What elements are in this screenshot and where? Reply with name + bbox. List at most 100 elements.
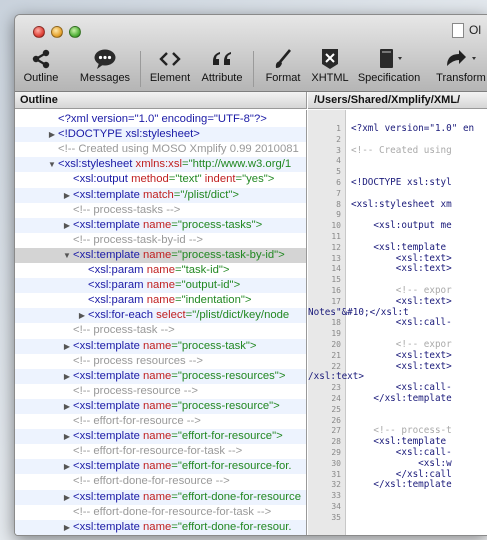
outline-row[interactable]: ▶ <xsl:template name="process-tasks"> [15,217,306,233]
specification-toolbar-button[interactable]: Specification [355,47,423,84]
outline-node-text: <!-- effort-for-resource --> [73,414,201,429]
code-area[interactable]: <?xml version="1.0" en <!-- Created using… [308,110,487,535]
outline-row[interactable]: <!-- process resources --> [15,354,306,369]
format-toolbar-button[interactable]: Format [261,47,305,84]
outline-row[interactable]: ▶ <xsl:template name="process-resources"> [15,368,306,384]
outline-row[interactable]: ▶ <xsl:template name="effort-done-for-res… [15,489,306,505]
outline-row[interactable]: <!-- effort-done-for-resource-for-task -… [15,505,306,520]
outline-node-part: ="process-resource"> [171,399,280,412]
outline-row[interactable]: ▶ <xsl:template name="effort-for-resource… [15,429,306,445]
outline-node-part: ="effort-for-resource-for. [171,460,292,473]
outline-node-part: name [146,294,175,307]
outline-node-part: <xsl:template [73,399,140,412]
outline-row[interactable]: ▶ <xsl:template name="effort-for-resource… [15,459,306,475]
outline-node-part: <?xml version="1.0" encoding="UTF-8"?> [58,113,267,125]
line-number: 26 [331,415,341,425]
attribute-toolbar-button[interactable]: Attribute [199,47,245,84]
outline-node-part: ="yes"> [235,173,275,186]
outline-pane-header[interactable]: Outline [15,92,307,109]
line-number: 16 [331,286,341,295]
outline-row[interactable]: ▶ <xsl:template name="effort-done-for-res… [15,519,306,535]
disclosure-collapsed-icon[interactable]: ▶ [77,308,87,323]
outline-tree[interactable]: <?xml version="1.0" encoding="UTF-8"?> ▶ <… [15,110,307,535]
outline-node-part: ="http://www.w3.org/1 [182,158,292,171]
transform-toolbar-button[interactable]: Transform [431,47,487,84]
outline-toolbar-button[interactable]: Outline [19,47,63,84]
outline-row[interactable]: ▶ <xsl:for-each select="/plist/dict/key/n… [15,308,306,324]
outline-row[interactable]: <xsl:param name="indentation"> [15,293,306,308]
outline-row[interactable]: <?xml version="1.0" encoding="UTF-8"?> [15,112,306,127]
disclosure-collapsed-icon[interactable]: ▶ [62,459,72,474]
outline-row[interactable]: <xsl:param name="task-id"> [15,263,306,278]
line-number: 7 [336,188,341,198]
line-number: 15 [331,275,341,285]
outline-node-part: ="/plist/dict"> [173,188,239,201]
outline-row[interactable]: <!-- process-task-by-id --> [15,233,306,248]
line-number: 9 [336,210,341,220]
outline-row[interactable]: ▶ <xsl:template name="process-task"> [15,338,306,354]
code-line: <?xml version="1.0" en [351,123,475,134]
messages-toolbar-button[interactable]: Messages [77,47,133,84]
outline-row[interactable]: <!-- process-resource --> [15,384,306,399]
outline-node-text: <xsl:for-each select="/plist/dict/key/no… [88,308,289,323]
outline-row[interactable]: <!-- process-task --> [15,323,306,338]
outline-row[interactable]: ▶ <xsl:template match="/plist/dict"> [15,187,306,203]
disclosure-collapsed-icon[interactable]: ▶ [62,429,72,444]
line-number: 34 [331,502,341,511]
outline-row[interactable]: ▼ <xsl:template name="process-task-by-id"… [15,247,306,263]
outline-node-part: match [143,188,174,201]
outline-row[interactable]: <!-- effort-for-resource --> [15,414,306,429]
outline-row[interactable]: ▶ <!DOCTYPE xsl:stylesheet> [15,127,306,143]
source-editor[interactable]: 1 2 3 4 5 6 7 8 9 10 11 12 13 14 15 16 17 18 19 20 21 22 23 24 2… [308,110,487,535]
outline-node-text: <!-- process-task --> [73,323,175,338]
line-number: 1 [336,124,341,133]
xhtml-toolbar-button[interactable]: XHTML [309,47,351,84]
outline-row[interactable]: <!-- Created using MOSO Xmplify 0.99 201… [15,142,306,157]
title-toolbar: Ol Outline Messages Element Attribute Fo… [15,15,487,92]
outline-row[interactable]: <!-- process-tasks --> [15,203,306,218]
outline-node-part: ="indentation"> [174,294,252,307]
outline-node-part: <xsl:for-each [88,309,153,322]
close-window-button[interactable] [33,26,45,38]
zoom-window-button[interactable] [69,26,81,38]
code-line: <xsl:w [351,457,452,469]
line-number: 10 [331,221,341,231]
disclosure-collapsed-icon[interactable]: ▶ [62,369,72,384]
disclosure-collapsed-icon[interactable]: ▶ [47,127,57,142]
disclosure-collapsed-icon[interactable]: ▶ [62,188,72,203]
disclosure-expanded-icon[interactable]: ▼ [62,248,72,263]
outline-node-part: name [143,248,172,261]
outline-node-text: <xsl:template name="process-tasks"> [73,218,262,233]
outline-node-text: <xsl:template name="effort-for-resource"… [73,429,283,444]
line-number: 13 [331,253,341,263]
disclosure-expanded-icon[interactable]: ▼ [47,157,57,172]
disclosure-collapsed-icon[interactable]: ▶ [62,490,72,505]
element-toolbar-button[interactable]: Element [147,47,193,84]
line-number: 19 [331,329,341,339]
outline-row[interactable]: <!-- effort-for-resource-for-task --> [15,444,306,459]
line-number: 31 [331,469,341,479]
disclosure-collapsed-icon[interactable]: ▶ [62,399,72,414]
outline-row[interactable]: ▶ <xsl:template name="process-resource"> [15,398,306,414]
outline-row[interactable]: <xsl:param name="output-id"> [15,278,306,294]
code-line: <xsl:call- [351,317,452,329]
outline-row[interactable]: <xsl:output method="text" indent="yes"> [15,172,306,187]
outline-row[interactable]: ▼ <xsl:stylesheet xmlns:xsl="http://www.w… [15,157,306,173]
disclosure-collapsed-icon[interactable]: ▶ [62,520,72,535]
disclosure-collapsed-icon[interactable]: ▶ [62,218,72,233]
curved-arrow-icon [431,47,487,71]
line-number: 2 [336,134,341,144]
line-number: 32 [331,480,341,490]
outline-node-part: <xsl:template [73,520,140,533]
outline-node-text: <xsl:template name="effort-for-resource-… [73,459,292,474]
line-number: 14 [331,264,341,274]
outline-node-part: name [146,279,175,292]
disclosure-collapsed-icon[interactable]: ▶ [62,339,72,354]
minimize-window-button[interactable] [51,26,63,38]
outline-node-text: <xsl:template name="effort-done-for-reso… [73,490,301,505]
outline-row[interactable]: <!-- effort-done-for-resource --> [15,474,306,489]
outline-node-text: <xsl:template name="effort-done-for-reso… [73,520,292,535]
line-number: 12 [331,242,341,252]
outline-node-part: <!-- Created using MOSO Xmplify 0.99 201… [58,143,299,156]
outline-node-part: ="effort-for-resource"> [171,430,283,443]
